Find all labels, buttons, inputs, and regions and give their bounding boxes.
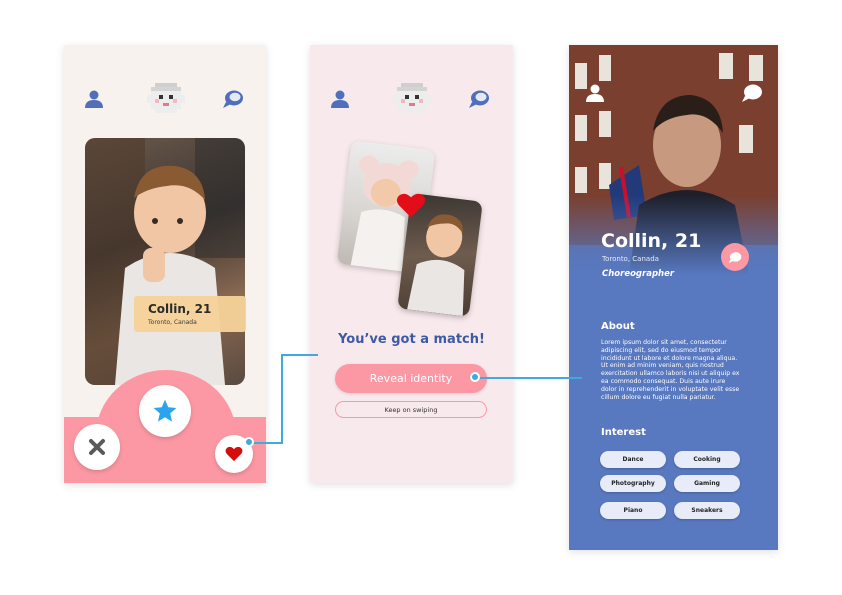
chat-bubble-icon: [728, 251, 742, 263]
profile-occupation: Choreographer: [602, 269, 675, 279]
match-heart-icon: [396, 192, 426, 223]
chat-icon[interactable]: [222, 89, 244, 113]
profile-icon[interactable]: [585, 83, 605, 107]
interest-chip-photography[interactable]: Photography: [600, 475, 666, 492]
message-button[interactable]: [721, 243, 749, 271]
card-location: Toronto, Canada: [148, 319, 197, 326]
match-screen: You’ve got a match! Reveal identity Keep…: [310, 45, 513, 483]
profile-name: Collin, 21: [601, 230, 702, 252]
interest-chip-dance[interactable]: Dance: [600, 451, 666, 468]
heart-icon: [225, 446, 243, 462]
dislike-button[interactable]: [74, 424, 120, 470]
swipe-screen: Collin, 21 Toronto, Canada: [64, 45, 266, 483]
keep-swiping-label: Keep on swiping: [384, 405, 438, 414]
interest-heading: Interest: [601, 427, 646, 438]
profile-icon[interactable]: [330, 89, 350, 113]
match-title: You’ve got a match!: [338, 332, 485, 347]
superlike-button[interactable]: [139, 385, 191, 437]
chat-icon[interactable]: [468, 89, 490, 113]
profile-location: Toronto, Canada: [602, 255, 659, 263]
interest-chip-sneakers[interactable]: Sneakers: [674, 502, 740, 519]
flow-dot-reveal: [470, 372, 480, 382]
interest-chip-gaming[interactable]: Gaming: [674, 475, 740, 492]
star-icon: [153, 399, 177, 422]
close-icon: [89, 439, 105, 455]
profile-screen: Collin, 21 Toronto, Canada Choreographer…: [569, 45, 778, 550]
name-tag: Collin, 21 Toronto, Canada: [134, 296, 246, 332]
baby-logo-icon: [393, 81, 431, 117]
interest-chip-piano[interactable]: Piano: [600, 502, 666, 519]
interest-chip-cooking[interactable]: Cooking: [674, 451, 740, 468]
baby-logo-icon: [147, 81, 185, 117]
reveal-identity-button[interactable]: Reveal identity: [335, 364, 487, 393]
card-name: Collin, 21: [148, 302, 212, 316]
reveal-identity-label: Reveal identity: [369, 372, 453, 385]
keep-swiping-button[interactable]: Keep on swiping: [335, 401, 487, 418]
profile-icon[interactable]: [84, 89, 104, 113]
profile-photo[interactable]: [85, 138, 245, 385]
flow-dot-like: [244, 437, 254, 447]
flow-connector-like-top: [281, 354, 318, 356]
about-heading: About: [601, 321, 635, 332]
about-text: Lorem ipsum dolor sit amet, consectetur …: [601, 339, 740, 401]
flow-connector-like-v: [281, 354, 283, 444]
chat-icon[interactable]: [741, 83, 763, 107]
flow-connector-reveal: [475, 377, 582, 379]
